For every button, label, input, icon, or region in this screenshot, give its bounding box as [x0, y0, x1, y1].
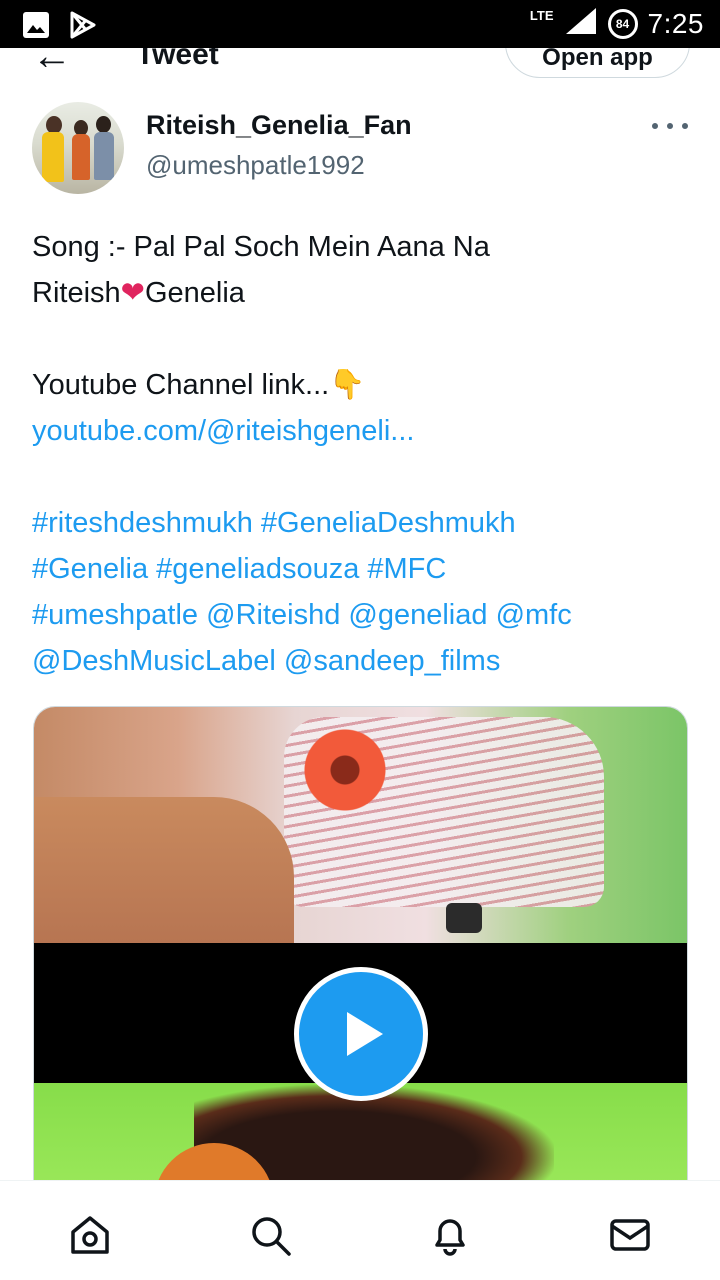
avatar[interactable]	[32, 102, 124, 194]
display-name[interactable]: Riteish_Genelia_Fan	[146, 110, 412, 141]
tweet-word: Genelia	[144, 277, 245, 309]
tweet-line: Song :- Pal Pal Soch Mein Aana Na	[32, 231, 490, 263]
home-icon[interactable]	[66, 1211, 114, 1259]
video-media[interactable]	[33, 706, 688, 1186]
hashtag-line: #Genelia #geneliadsouza #MFC	[32, 546, 692, 592]
hashtag[interactable]: #geneliadsouza	[156, 553, 359, 585]
battery-icon: 84	[607, 8, 638, 39]
mention[interactable]: @sandeep_films	[284, 645, 500, 677]
youtube-link[interactable]: youtube.com/@riteishgeneli...	[32, 408, 692, 454]
more-options-icon[interactable]	[652, 114, 688, 138]
video-frame-top	[34, 707, 687, 943]
hashtag[interactable]: #MFC	[367, 553, 446, 585]
bottom-nav	[0, 1180, 720, 1280]
hashtag[interactable]: #riteshdeshmukh	[32, 507, 253, 539]
tweet-word: Youtube Channel link...	[32, 369, 330, 401]
open-app-button[interactable]: Open app	[505, 48, 690, 78]
hashtag-line: @DeshMusicLabel @sandeep_films	[32, 638, 692, 684]
mention[interactable]: @Riteishd	[206, 599, 340, 631]
battery-level: 84	[615, 16, 630, 31]
signal-icon	[564, 6, 598, 41]
notifications-icon[interactable]	[426, 1211, 474, 1259]
hashtag[interactable]: #umeshpatle	[32, 599, 198, 631]
hashtag-line: #umeshpatle @Riteishd @geneliad @mfc	[32, 592, 692, 638]
tweet-word: Riteish	[32, 277, 121, 309]
status-bar-left	[22, 10, 98, 45]
hashtag-line: #riteshdeshmukh #GeneliaDeshmukh	[32, 500, 692, 546]
hashtag[interactable]: #Genelia	[32, 553, 148, 585]
heart-emoji: ❤	[120, 277, 145, 309]
mention[interactable]: @DeshMusicLabel	[32, 645, 276, 677]
pointing-down-emoji: 👇	[329, 369, 366, 401]
tweet-line: Youtube Channel link...👇	[32, 362, 692, 408]
play-icon[interactable]	[294, 967, 428, 1101]
hashtag[interactable]: #GeneliaDeshmukh	[261, 507, 516, 539]
app-header: ← Tweet Open app	[0, 48, 720, 78]
clock: 7:25	[647, 7, 704, 39]
status-bar-right: LTE 84 7:25	[530, 6, 704, 41]
network-type: LTE	[529, 8, 554, 23]
back-arrow-icon[interactable]: ←	[32, 48, 72, 78]
tweet-line: Riteish❤Genelia	[32, 270, 692, 316]
page-title: Tweet	[136, 48, 219, 71]
search-icon[interactable]	[246, 1211, 294, 1259]
image-icon	[22, 11, 50, 44]
user-handle[interactable]: @umeshpatle1992	[146, 150, 365, 181]
mention[interactable]: @mfc	[496, 599, 572, 631]
play-store-icon	[68, 10, 98, 45]
tweet-text: Song :- Pal Pal Soch Mein Aana Na Riteis…	[32, 224, 692, 684]
mention[interactable]: @geneliad	[348, 599, 487, 631]
status-bar: LTE 84 7:25	[0, 0, 720, 48]
messages-icon[interactable]	[606, 1211, 654, 1259]
